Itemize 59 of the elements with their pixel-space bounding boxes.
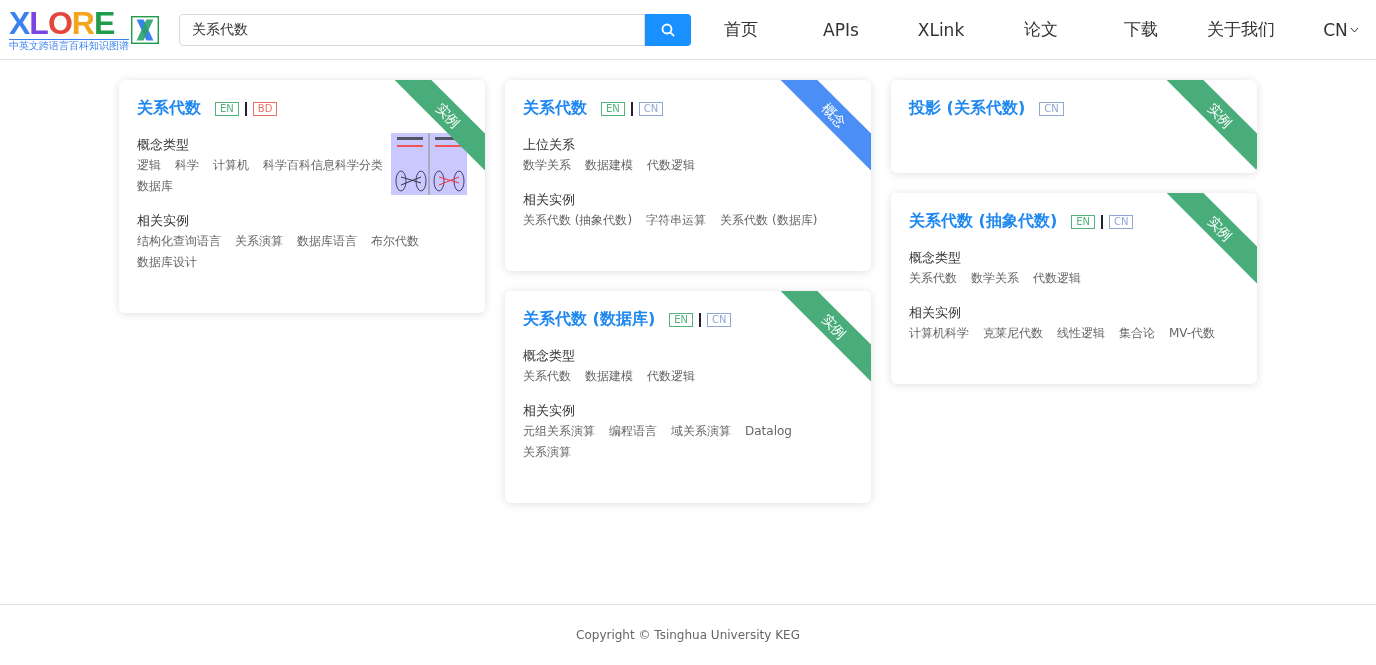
related-link[interactable]: 字符串运算	[646, 210, 707, 231]
logo-text: XLORE	[9, 7, 116, 38]
search-icon	[661, 22, 675, 37]
section-heading: 上位关系	[523, 136, 576, 154]
search-button[interactable]	[645, 13, 691, 46]
related-link[interactable]: 关系代数 (数据库)	[720, 210, 818, 231]
related-link[interactable]: Datalog	[745, 421, 792, 442]
nav-link[interactable]: 下载	[1091, 18, 1191, 41]
related-link[interactable]: 科学百科信息科学分类	[263, 155, 383, 176]
card-title-link[interactable]: 关系代数 (抽象代数)	[909, 211, 1058, 232]
related-link[interactable]: 数据建模	[585, 155, 633, 176]
section-heading: 相关实例	[523, 191, 576, 209]
copyright-text: Copyright © Tsinghua University KEG	[576, 628, 800, 642]
logo-subtitle: 中英文跨语言百科知识图谱	[9, 38, 129, 52]
related-link[interactable]: 代数逻辑	[647, 366, 695, 387]
related-link[interactable]: 数据库设计	[137, 252, 197, 273]
nav-link[interactable]: 首页	[691, 18, 791, 41]
language-dropdown[interactable]: CN	[1291, 18, 1376, 41]
related-link[interactable]: 域关系演算	[671, 421, 731, 442]
related-link[interactable]: 关系代数	[909, 268, 957, 289]
related-link[interactable]: 关系演算	[235, 231, 283, 252]
related-link[interactable]: 关系演算	[523, 442, 571, 463]
related-link[interactable]: 集合论	[1119, 323, 1155, 344]
nav-link[interactable]: 关于我们	[1191, 18, 1291, 41]
caret-icon	[1349, 26, 1359, 33]
related-link[interactable]: 数学关系	[971, 268, 1019, 289]
related-link[interactable]: 布尔代数	[371, 231, 419, 252]
section-heading: 相关实例	[523, 402, 576, 420]
related-link[interactable]: 克莱尼代数	[983, 323, 1043, 344]
related-link[interactable]: 元组关系演算	[523, 421, 595, 442]
related-link[interactable]: 关系代数	[523, 366, 571, 387]
nav-link[interactable]: APIs	[791, 18, 891, 41]
related-link[interactable]: 关系代数 (抽象代数)	[523, 210, 633, 231]
card-title-link[interactable]: 关系代数	[137, 98, 201, 119]
nav-link[interactable]: XLink	[891, 18, 991, 41]
related-link[interactable]: 数据库语言	[297, 231, 357, 252]
related-link[interactable]: 计算机	[213, 155, 249, 176]
section-heading: 概念类型	[523, 347, 576, 365]
card-title-link[interactable]: 关系代数	[523, 98, 587, 119]
related-link[interactable]: 数据库	[137, 176, 173, 197]
related-link[interactable]: 科学	[175, 155, 199, 176]
search-field[interactable]: 关系代数	[179, 13, 645, 46]
related-link[interactable]: 计算机科学	[909, 323, 969, 344]
section-heading: 概念类型	[909, 249, 962, 267]
related-link[interactable]: 代数逻辑	[1033, 268, 1081, 289]
related-link[interactable]: 逻辑	[137, 155, 161, 176]
related-link[interactable]: MV-代数	[1169, 323, 1216, 344]
section-heading: 相关实例	[909, 304, 962, 322]
related-link[interactable]: 线性逻辑	[1057, 323, 1105, 344]
related-link[interactable]: 编程语言	[609, 421, 657, 442]
card-title-link[interactable]: 关系代数 (数据库)	[523, 309, 656, 330]
nav-link[interactable]: 论文	[991, 18, 1091, 41]
related-link[interactable]: 代数逻辑	[647, 155, 695, 176]
card-title-link[interactable]: 投影 (关系代数)	[909, 98, 1026, 119]
related-link[interactable]: 数据建模	[585, 366, 633, 387]
section-heading: 相关实例	[137, 212, 190, 230]
related-link[interactable]: 结构化查询语言	[137, 231, 221, 252]
related-link[interactable]: 数学关系	[523, 155, 571, 176]
section-heading: 概念类型	[137, 136, 190, 154]
